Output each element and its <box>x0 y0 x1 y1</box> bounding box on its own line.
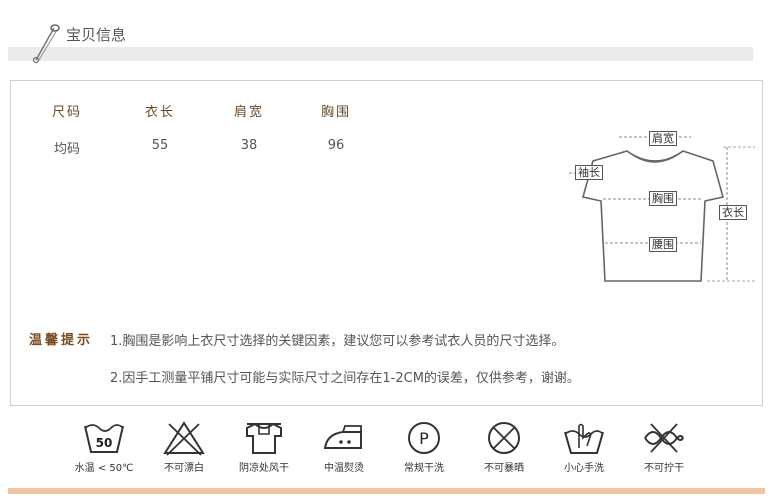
tip-line-2: 2.因手工测量平铺尺寸可能与实际尺寸之间存在1-2CM的误差，仅供参考，谢谢。 <box>110 371 580 386</box>
shade-dry-shirt-icon <box>246 422 282 454</box>
bottom-bar <box>8 488 765 494</box>
care-wash-temp: 50 水温 < 50℃ <box>64 412 144 474</box>
wash-tub-icon: 50 <box>84 424 124 453</box>
care-no-sun: 不可暴晒 <box>464 412 544 474</box>
column-header-size: 尺码 <box>51 105 83 120</box>
dry-clean-icon: P <box>408 422 440 454</box>
care-hand-wash: 小心手洗 <box>544 412 624 474</box>
column-header-length: 衣长 <box>144 105 176 120</box>
label-shoulder: 肩宽 <box>649 131 677 146</box>
label-length: 衣长 <box>719 205 747 220</box>
no-bleach-icon <box>163 421 205 456</box>
column-header-shoulder: 肩宽 <box>233 105 265 120</box>
no-sun-icon <box>488 422 520 454</box>
section-title: 宝贝信息 <box>66 26 127 44</box>
care-medium-iron: 中温熨烫 <box>304 412 384 474</box>
care-label-medium-iron: 中温熨烫 <box>324 463 364 474</box>
tips-title: 温馨提示 <box>29 333 94 348</box>
care-label-hand-wash: 小心手洗 <box>564 463 604 474</box>
header: 宝贝信息 <box>0 0 778 64</box>
dry-clean-letter: P <box>419 429 429 448</box>
care-label-shade-dry: 阴凉处风干 <box>239 463 289 474</box>
care-shade-dry: 阴凉处风干 <box>224 412 304 474</box>
cell-size: 均码 <box>53 142 81 157</box>
care-no-wring: 不可拧干 <box>624 412 704 474</box>
care-label-no-bleach: 不可漂白 <box>164 463 204 474</box>
header-bar <box>8 47 753 61</box>
care-dry-clean: P 常规干洗 <box>384 412 464 474</box>
care-label-wash-temp: 水温 < 50℃ <box>74 463 134 474</box>
care-instructions: 50 水温 < 50℃ 不可漂白 阴凉处风干 中温熨烫 P 常规干洗 不可暴晒 … <box>0 412 778 482</box>
tip-line-1: 1.胸围是影响上衣尺寸选择的关键因素，建议您可以参考试衣人员的尺寸选择。 <box>110 334 565 349</box>
column-header-chest: 胸围 <box>320 105 352 120</box>
size-panel: 尺码 衣长 肩宽 胸围 均码 55 38 96 肩宽 袖长 胸围 衣长 腰围 温… <box>10 80 763 406</box>
care-label-no-sun: 不可暴晒 <box>484 463 524 474</box>
cell-length: 55 <box>151 138 169 153</box>
tshirt-diagram: 肩宽 袖长 胸围 衣长 腰围 <box>563 113 763 303</box>
label-chest: 胸围 <box>649 191 677 206</box>
cell-chest: 96 <box>327 138 345 153</box>
care-label-dry-clean: 常规干洗 <box>404 463 444 474</box>
no-wring-icon <box>644 423 684 453</box>
safety-pin-icon <box>32 24 60 64</box>
iron-icon <box>323 425 362 449</box>
cell-shoulder: 38 <box>240 138 258 153</box>
label-waist: 腰围 <box>649 237 677 252</box>
wash-temp-number: 50 <box>96 436 113 450</box>
label-sleeve: 袖长 <box>575 165 603 180</box>
care-label-no-wring: 不可拧干 <box>644 463 684 474</box>
care-no-bleach: 不可漂白 <box>144 412 224 474</box>
hand-wash-icon <box>564 423 604 454</box>
